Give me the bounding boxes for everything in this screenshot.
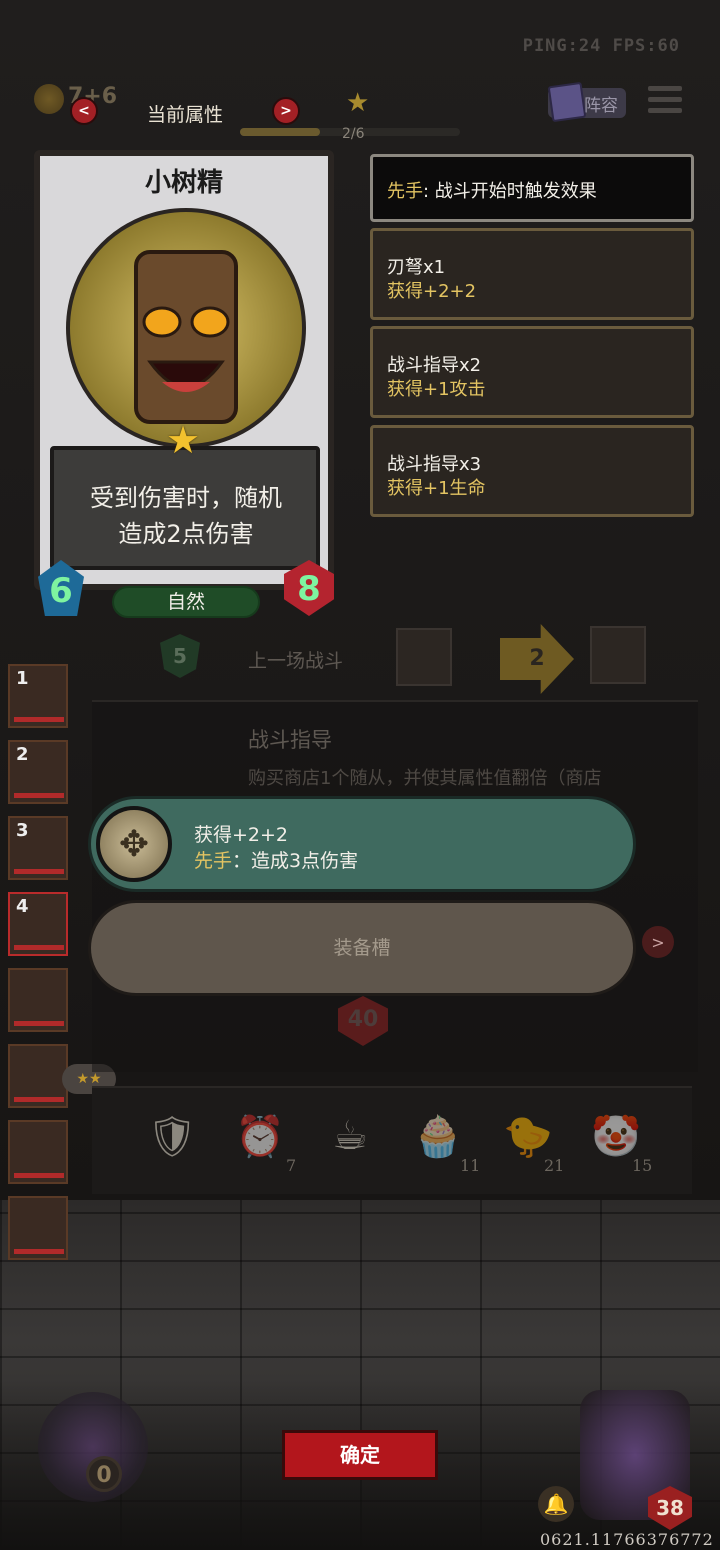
minion-slot-6[interactable] — [8, 1044, 68, 1108]
crossbow-icon: ✥ — [96, 806, 172, 882]
minion-slot-5[interactable] — [8, 968, 68, 1032]
keyword-tooltip: 先手: 战斗开始时触发效果 — [370, 154, 694, 222]
network-status: PING:24 FPS:60 — [522, 36, 680, 56]
buff-source: 刃弩x1 — [387, 257, 446, 278]
menu-icon[interactable] — [648, 86, 682, 116]
prev-page-button[interactable]: < — [70, 97, 98, 125]
teacup-icon[interactable]: ☕ — [320, 1106, 380, 1166]
star-icon: ★ — [346, 88, 370, 118]
item-count: 11 — [460, 1156, 481, 1175]
buff-effect: 获得+1生命 — [387, 478, 486, 499]
buff-effect: 获得+1攻击 — [387, 379, 486, 400]
slot-number: 3 — [16, 820, 29, 841]
buff-entry-3: 战斗指导x3 获得+1生命 — [370, 425, 694, 517]
treant-face-icon — [134, 250, 238, 424]
enemy-hero-portrait — [590, 626, 646, 684]
alarm-clock-icon[interactable]: ⏰ — [230, 1106, 290, 1166]
equipment-keyword-line: 先手：造成3点伤害 — [194, 846, 358, 873]
tribe-badge: 自然 — [112, 586, 260, 618]
card-name: 小树精 — [144, 168, 223, 198]
page-progress-fill — [240, 128, 320, 136]
tab-title: 当前属性 — [146, 104, 223, 126]
minion-slot-1[interactable]: 1 — [8, 664, 68, 728]
star-icon: ★ — [166, 418, 201, 462]
equipment-keyword: 先手 — [194, 850, 233, 872]
ability-text: 受到伤害时，随机 造成2点伤害 — [58, 480, 314, 552]
item-count: 21 — [544, 1156, 565, 1175]
ability-line-1: 受到伤害时，随机 — [90, 484, 282, 512]
buff-effect: 获得+2+2 — [387, 281, 477, 302]
slot-number: 4 — [16, 896, 29, 917]
own-hero-portrait — [396, 628, 452, 686]
keyword-description: : 战斗开始时触发效果 — [423, 181, 597, 202]
item-count: 7 — [286, 1156, 297, 1175]
page-indicator: 2/6 — [342, 126, 365, 142]
minion-slot-2[interactable]: 2 — [8, 740, 68, 804]
lineup-label: 阵容 — [584, 95, 618, 116]
next-page-button[interactable]: > — [272, 97, 300, 125]
minion-slot-8[interactable] — [8, 1196, 68, 1260]
buff-entry-2: 战斗指导x2 获得+1攻击 — [370, 326, 694, 418]
cupcake-icon[interactable]: 🧁 — [408, 1106, 468, 1166]
equipment-effect: 获得+2+2 — [194, 824, 289, 846]
buff-source: 战斗指导x3 — [387, 454, 482, 475]
guide-description: 购买商店1个随从，并使其属性值翻倍（商店 — [248, 768, 602, 789]
coin-icon — [34, 84, 64, 114]
orb-count: 0 — [86, 1456, 122, 1492]
confirm-button[interactable]: 确定 — [282, 1430, 438, 1480]
bell-icon[interactable]: 🔔 — [538, 1486, 574, 1522]
slot-number: 1 — [16, 668, 29, 689]
minion-slot-4[interactable]: 4 — [8, 892, 68, 956]
minion-card: 小树精 ★ 受到伤害时，随机 造成2点伤害 自然 6 8 — [34, 150, 334, 620]
treant-portrait — [66, 208, 306, 448]
slot-number: 2 — [16, 744, 29, 765]
equipment-slot[interactable]: 装备槽 — [88, 900, 636, 996]
equipment-keyword-effect: ：造成3点伤害 — [232, 850, 359, 872]
minion-slot-3[interactable]: 3 — [8, 816, 68, 880]
ability-line-2: 造成2点伤害 — [118, 520, 254, 548]
keyword-label: 先手 — [387, 181, 423, 202]
last-battle-label: 上一场战斗 — [248, 650, 344, 672]
buff-source: 战斗指导x2 — [387, 355, 482, 376]
minion-slot-7[interactable] — [8, 1120, 68, 1184]
book-icon — [547, 81, 587, 123]
item-count: 15 — [632, 1156, 653, 1175]
player-uid: 0621.11766376772 — [540, 1530, 714, 1549]
guide-title: 战斗指导 — [248, 728, 332, 752]
equipment-next-button[interactable]: > — [642, 926, 674, 958]
buff-entry-1: 刃弩x1 获得+2+2 — [370, 228, 694, 320]
shield-icon[interactable]: 🛡 — [142, 1106, 202, 1166]
